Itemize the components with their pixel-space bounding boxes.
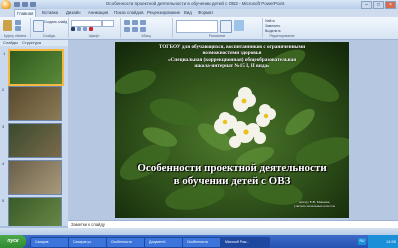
slide-thumbnail-2[interactable]: 2 bbox=[2, 86, 62, 121]
slide-title: Особенности проектной деятельности в обу… bbox=[137, 162, 327, 187]
new-slide-icon[interactable] bbox=[33, 20, 44, 32]
tab-home[interactable]: Главная bbox=[14, 9, 37, 17]
current-slide[interactable]: ТОГБОУ для обучающихся, воспитанников с … bbox=[115, 42, 349, 218]
indent-icon[interactable] bbox=[140, 20, 146, 25]
align-center-icon[interactable] bbox=[132, 27, 138, 32]
window-title: Особенности проектной деятельности в обу… bbox=[105, 1, 285, 6]
paste-icon[interactable] bbox=[3, 20, 12, 31]
font-color-icon[interactable] bbox=[89, 27, 93, 31]
group-drawing: Рисование bbox=[172, 18, 263, 38]
tab-view[interactable]: Вид bbox=[184, 10, 192, 15]
italic-icon[interactable] bbox=[77, 27, 81, 31]
undo-icon[interactable] bbox=[22, 2, 28, 7]
minimize-button[interactable]: – bbox=[361, 1, 372, 9]
system-tray-clock[interactable]: 14:55 bbox=[368, 235, 398, 248]
slide-author: Автор: Е.В. Макеева, учитель начальных к… bbox=[293, 200, 335, 209]
title-bar: Особенности проектной деятельности в обу… bbox=[0, 0, 398, 10]
notes-placeholder: Заметки к слайду bbox=[71, 222, 105, 227]
find-button[interactable]: Найти bbox=[265, 19, 275, 23]
start-button[interactable]: пуск bbox=[0, 235, 26, 248]
slide-header-text: ТОГБОУ для обучающихся, воспитанников с … bbox=[158, 44, 306, 70]
quick-access-toolbar bbox=[14, 2, 58, 7]
group-paragraph: Абзац bbox=[120, 18, 173, 38]
taskbar-item-3[interactable]: Особенности bbox=[106, 237, 148, 248]
tab-insert[interactable]: Вставка bbox=[42, 10, 58, 15]
slide-thumbnail-1[interactable]: 1 bbox=[3, 49, 64, 86]
save-icon[interactable] bbox=[14, 2, 20, 7]
quick-styles-icon[interactable] bbox=[234, 20, 244, 31]
tab-review[interactable]: Рецензирование bbox=[147, 10, 180, 15]
ribbon: Буфер обмена Создать слайд Слайды Шрифт … bbox=[0, 17, 398, 40]
arrange-icon[interactable] bbox=[220, 20, 232, 33]
font-size-box[interactable] bbox=[102, 20, 114, 27]
underline-icon[interactable] bbox=[83, 27, 87, 31]
taskbar-item-2[interactable]: Сахаров уч. bbox=[68, 237, 110, 248]
status-bar bbox=[0, 228, 398, 235]
font-name-box[interactable] bbox=[71, 20, 102, 27]
ribbon-tabs: Главная Вставка Дизайн Анимация Показ сл… bbox=[0, 9, 398, 17]
group-clipboard: Буфер обмена bbox=[0, 18, 31, 38]
tab-slides-panel[interactable]: Слайды bbox=[3, 40, 18, 45]
slide-thumbnail-4[interactable]: 4 bbox=[2, 160, 62, 195]
close-button[interactable]: × bbox=[385, 1, 396, 9]
group-slides: Создать слайд Слайды bbox=[30, 18, 69, 38]
slide-thumbnail-5[interactable]: 5 bbox=[2, 197, 62, 226]
redo-icon[interactable] bbox=[30, 2, 36, 7]
taskbar-item-powerpoint[interactable]: Microsoft Pow... bbox=[220, 237, 270, 248]
language-indicator[interactable]: RU bbox=[358, 238, 366, 245]
copy-icon[interactable] bbox=[15, 26, 21, 31]
select-button[interactable]: Выделить bbox=[265, 29, 281, 33]
replace-button[interactable]: Заменить bbox=[265, 24, 280, 28]
bullets-icon[interactable] bbox=[124, 20, 130, 25]
tab-outline-panel[interactable]: Структура bbox=[22, 40, 41, 45]
taskbar-item-1[interactable]: Сахаров bbox=[30, 237, 72, 248]
bold-icon[interactable] bbox=[71, 27, 75, 31]
group-font: Шрифт bbox=[68, 18, 121, 38]
group-editing: Найти Заменить Выделить Редактирование bbox=[265, 19, 295, 38]
align-left-icon[interactable] bbox=[124, 27, 130, 32]
slide-editor: ТОГБОУ для обучающихся, воспитанников с … bbox=[68, 40, 398, 220]
shapes-gallery[interactable] bbox=[176, 20, 218, 33]
windows-taskbar: пуск Сахаров Сахаров уч. Особенности Док… bbox=[0, 235, 398, 248]
tab-animation[interactable]: Анимация bbox=[88, 10, 108, 15]
slide-thumbnail-3[interactable]: 3 bbox=[2, 123, 62, 158]
tab-slideshow[interactable]: Показ слайдов bbox=[114, 10, 144, 15]
taskbar-item-4[interactable]: Документ1 bbox=[144, 237, 186, 248]
tab-design[interactable]: Дизайн bbox=[66, 10, 80, 15]
numbering-icon[interactable] bbox=[132, 20, 138, 25]
slides-thumbnail-panel: 1 2 3 4 5 bbox=[0, 46, 68, 226]
create-slide-button[interactable]: Создать слайд bbox=[44, 20, 67, 24]
taskbar-item-5[interactable]: Особенности bbox=[182, 237, 224, 248]
tab-format[interactable]: Формат bbox=[198, 10, 213, 15]
align-right-icon[interactable] bbox=[140, 27, 146, 32]
cut-icon[interactable] bbox=[15, 20, 21, 25]
maximize-button[interactable]: □ bbox=[373, 1, 384, 9]
